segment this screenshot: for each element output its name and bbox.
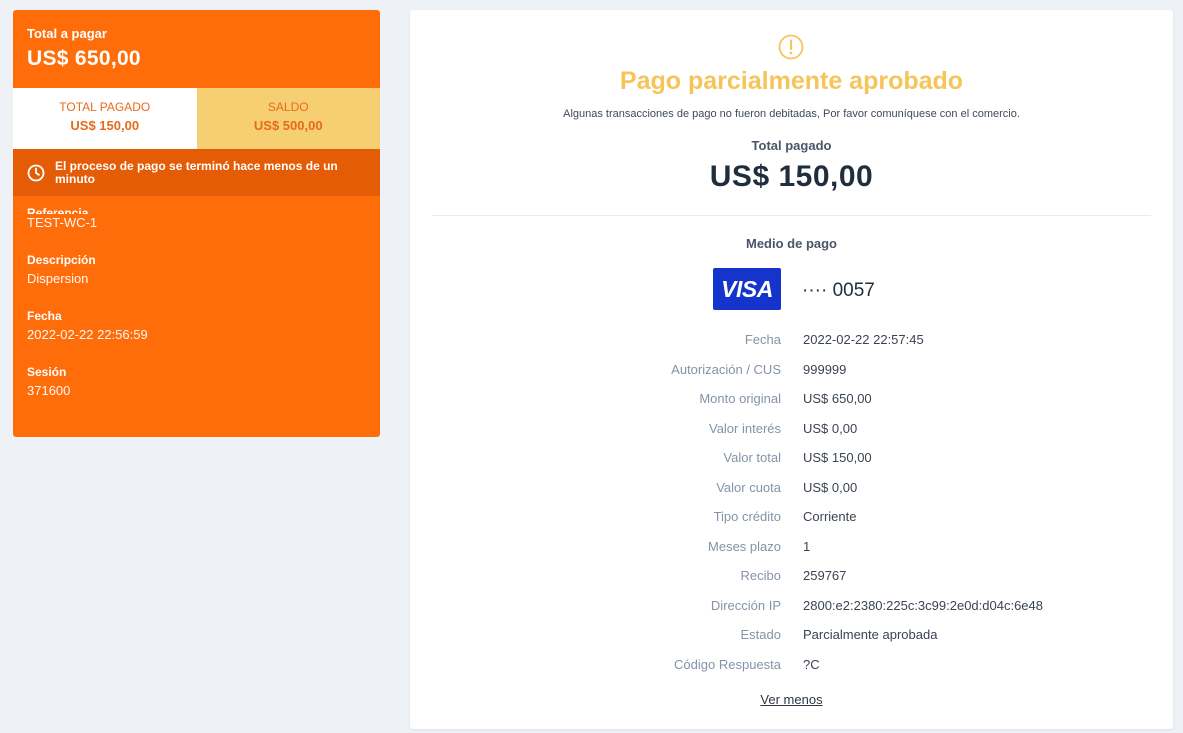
detail-value: 999999 <box>803 361 847 377</box>
total-paid-amount: US$ 150,00 <box>70 118 140 133</box>
detail-row-credit-type: Tipo crédito Corriente <box>410 509 1173 539</box>
detail-label: Código Respuesta <box>674 656 781 672</box>
date-field: Fecha 2022-02-22 22:56:59 <box>27 309 366 342</box>
balance-amount: US$ 500,00 <box>253 118 323 133</box>
detail-label: Valor cuota <box>716 479 781 495</box>
detail-row-response-code: Código Respuesta ?C <box>410 657 1173 687</box>
detail-value: US$ 150,00 <box>803 450 872 465</box>
transaction-details: Fecha 2022-02-22 22:57:45 Autorización / … <box>410 332 1173 686</box>
detail-label: Autorización / CUS <box>671 361 781 377</box>
detail-row-original-amount: Monto original US$ 650,00 <box>410 391 1173 421</box>
detail-row-ip-address: Dirección IP 2800:e2:2380:225c:3c99:2e0d:… <box>410 598 1173 628</box>
detail-value: Parcialmente aprobada <box>803 627 938 642</box>
detail-row-total-value: Valor total US$ 150,00 <box>410 450 1173 480</box>
description-label: Descripción <box>27 253 96 267</box>
status-title: Pago parcialmente aprobado <box>619 67 964 95</box>
detail-value: US$ 0,00 <box>803 479 858 495</box>
total-paid-label: TOTAL PAGADO <box>59 100 151 114</box>
session-field: Sesión 371600 <box>27 365 366 398</box>
detail-label: Dirección IP <box>710 597 781 613</box>
reference-label: Referencia <box>27 206 89 214</box>
detail-value: US$ 650,00 <box>803 391 872 406</box>
detail-row-interest: Valor interés US$ 0,00 <box>410 421 1173 451</box>
description-field: Descripción Dispersion <box>27 253 366 286</box>
detail-row-date: Fecha 2022-02-22 22:57:45 <box>410 332 1173 362</box>
total-paid-value: US$ 150,00 <box>709 160 874 193</box>
total-to-pay: Total a pagar US$ 650,00 <box>13 10 380 88</box>
summary-fields: Referencia TEST-WC-1 Descripción Dispers… <box>13 196 380 398</box>
description-value: Dispersion <box>27 271 89 286</box>
total-paid-cell: TOTAL PAGADO US$ 150,00 <box>13 88 197 149</box>
payment-split: TOTAL PAGADO US$ 150,00 SALDO US$ 500,00 <box>13 88 380 149</box>
date-label: Fecha <box>27 309 62 323</box>
detail-value: 259767 <box>803 568 847 583</box>
detail-row-installment: Valor cuota US$ 0,00 <box>410 480 1173 510</box>
visa-logo: VISA <box>713 268 781 310</box>
detail-label: Valor total <box>723 450 781 465</box>
detail-value: ?C <box>803 656 820 672</box>
detail-label: Monto original <box>699 391 781 406</box>
session-value: 371600 <box>27 383 71 398</box>
total-to-pay-amount: US$ 650,00 <box>27 47 141 70</box>
clock-icon <box>27 164 45 181</box>
detail-value: 2800:e2:2380:225c:3c99:2e0d:d04c:6e48 <box>803 597 1043 613</box>
card-number: ···· 0057 <box>802 280 875 301</box>
process-notice-text: El proceso de pago se terminó hace menos… <box>55 158 338 186</box>
divider <box>432 215 1151 216</box>
detail-label: Meses plazo <box>708 538 781 554</box>
detail-label: Estado <box>740 627 781 642</box>
reference-field: Referencia TEST-WC-1 <box>27 206 366 230</box>
see-less-link[interactable]: Ver menos <box>410 692 1173 707</box>
balance-cell: SALDO US$ 500,00 <box>196 88 380 149</box>
detail-value: Corriente <box>803 509 857 524</box>
detail-value: US$ 0,00 <box>803 420 858 436</box>
detail-label: Fecha <box>744 332 781 347</box>
detail-value: 1 <box>803 538 811 554</box>
detail-row-term-months: Meses plazo 1 <box>410 539 1173 569</box>
payment-detail-card: Pago parcialmente aprobado Algunas trans… <box>410 10 1173 729</box>
session-label: Sesión <box>27 365 67 379</box>
detail-value: 2022-02-22 22:57:45 <box>803 332 924 347</box>
total-to-pay-label: Total a pagar <box>27 26 107 41</box>
process-notice: El proceso de pago se terminó hace menos… <box>13 149 380 196</box>
detail-label: Tipo crédito <box>713 509 781 524</box>
detail-row-receipt: Recibo 259767 <box>410 568 1173 598</box>
total-paid-heading: Total pagado <box>751 138 832 153</box>
reference-value: TEST-WC-1 <box>27 215 98 230</box>
detail-row-status: Estado Parcialmente aprobada <box>410 627 1173 657</box>
date-value: 2022-02-22 22:56:59 <box>27 327 148 342</box>
payment-method-heading: Medio de pago <box>746 236 837 251</box>
payment-summary-card: Total a pagar US$ 650,00 TOTAL PAGADO US… <box>13 10 380 437</box>
detail-label: Recibo <box>740 568 781 583</box>
detail-label: Valor interés <box>708 420 781 436</box>
balance-label: SALDO <box>267 100 309 114</box>
warning-circle-icon <box>778 34 804 60</box>
detail-row-authorization: Autorización / CUS 999999 <box>410 362 1173 392</box>
status-message: Algunas transacciones de pago no fueron … <box>563 108 1020 120</box>
